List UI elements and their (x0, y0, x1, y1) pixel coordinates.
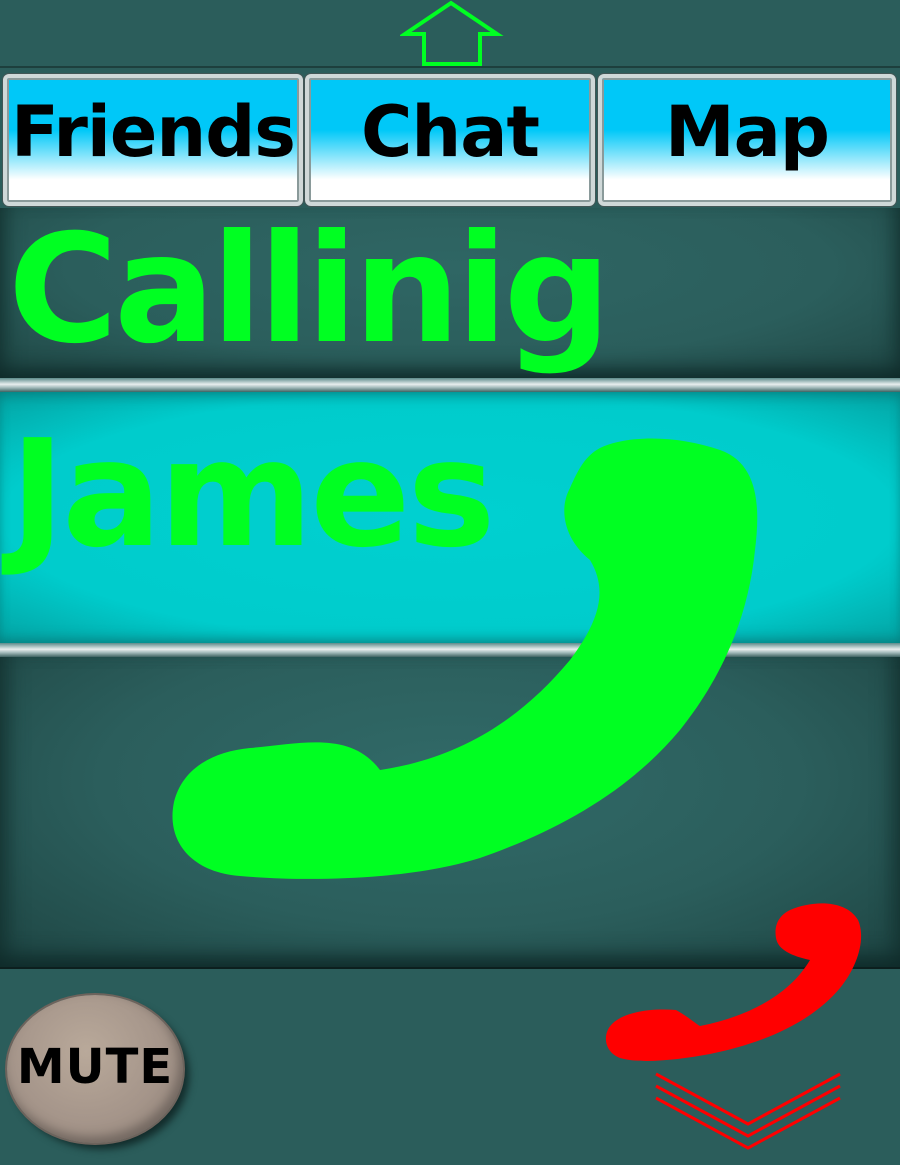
tab-chat[interactable]: Chat (305, 74, 595, 206)
tab-friends[interactable]: Friends (3, 74, 303, 206)
tab-map[interactable]: Map (598, 74, 896, 206)
phone-hangup-icon[interactable] (600, 898, 870, 1070)
call-screen: Friends Chat Map Callinig James MUTE (0, 0, 900, 1165)
divider (0, 378, 900, 392)
tab-bar: Friends Chat Map (0, 66, 900, 208)
tab-friends-label: Friends (11, 91, 296, 173)
call-status-text: Callinig (8, 203, 611, 377)
tab-map-label: Map (664, 91, 830, 173)
mute-label: MUTE (16, 1039, 174, 1095)
home-arrow-up-icon[interactable] (400, 0, 504, 68)
tab-chat-label: Chat (361, 91, 540, 173)
mute-button[interactable]: MUTE (7, 995, 183, 1143)
call-status-panel: Callinig (0, 208, 900, 378)
phone-handset-icon[interactable] (160, 430, 770, 890)
double-chevron-down-icon[interactable] (652, 1066, 844, 1150)
